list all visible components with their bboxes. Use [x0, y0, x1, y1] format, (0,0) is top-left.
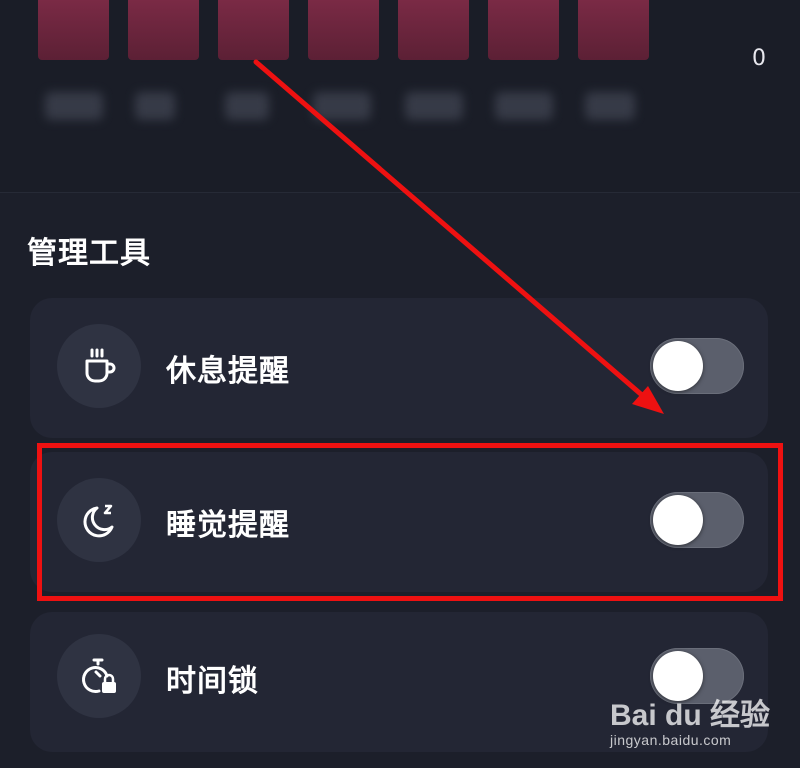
watermark-brand: Bai du 经验	[610, 699, 771, 732]
blurred-category-label	[585, 92, 635, 120]
chart-bar	[488, 0, 559, 60]
coffee-cup-icon	[57, 324, 141, 408]
rest-reminder-toggle[interactable]	[650, 338, 744, 394]
blurred-category-label	[405, 92, 463, 120]
chart-bar	[218, 0, 289, 60]
setting-label: 时间锁	[166, 664, 259, 699]
chart-bar	[308, 0, 379, 60]
chart-bar	[128, 0, 199, 60]
setting-label: 休息提醒	[166, 354, 290, 389]
chart-bar	[38, 0, 109, 60]
baidu-jingyan-watermark: Bai du 经验 jingyan.baidu.com	[610, 690, 770, 756]
usage-chart: 0	[0, 0, 800, 193]
axis-value-label: 0	[752, 46, 766, 71]
blurred-category-label	[313, 92, 371, 120]
toggle-knob	[653, 341, 703, 391]
blurred-category-label	[135, 92, 175, 120]
setting-row-rest-reminder[interactable]: 休息提醒	[30, 298, 768, 438]
annotation-highlight-box	[37, 443, 783, 601]
blurred-category-label	[225, 92, 269, 120]
chart-bar	[398, 0, 469, 60]
blurred-category-label	[495, 92, 553, 120]
timer-lock-icon	[57, 634, 141, 718]
chart-bar	[578, 0, 649, 60]
watermark-url: jingyan.baidu.com	[610, 732, 732, 748]
section-title: 管理工具	[27, 236, 151, 271]
blurred-category-label	[45, 92, 103, 120]
